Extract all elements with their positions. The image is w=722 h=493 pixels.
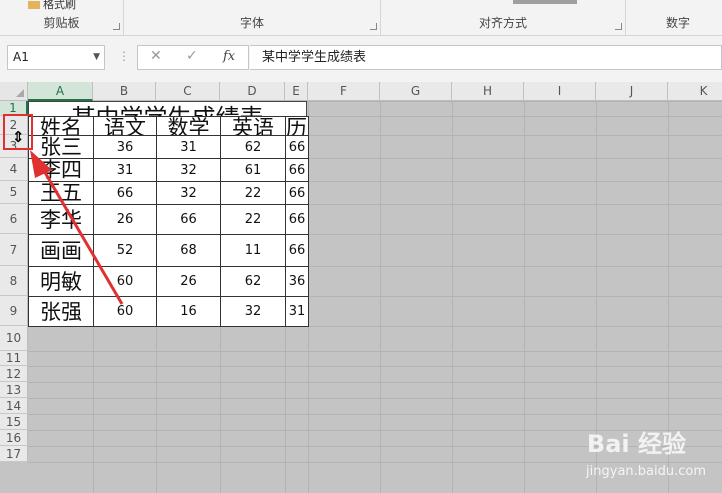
- clipboard-group-label: 剪贴板: [43, 16, 80, 30]
- ribbon: 格式刷 剪贴板 字体 对齐方式 数字: [0, 0, 722, 36]
- insert-function-icon[interactable]: fx: [223, 49, 235, 64]
- arrow-head: [30, 150, 52, 178]
- font-group-label: 字体: [239, 16, 264, 30]
- clipboard-group: 格式刷 剪贴板: [0, 0, 124, 36]
- formula-buttons: ✕ ✓ fx: [137, 45, 249, 70]
- chevron-down-icon[interactable]: ▼: [93, 46, 100, 69]
- watermark-url: jingyan.baidu.com: [586, 464, 706, 479]
- formula-bar: A1 ▼ ⋮ ✕ ✓ fx 某中学学生成绩表: [0, 36, 722, 82]
- alignment-group-label: 对齐方式: [478, 16, 527, 30]
- alignment-launcher-icon[interactable]: [615, 23, 622, 30]
- clipboard-launcher-icon[interactable]: [113, 23, 120, 30]
- format-painter-button[interactable]: 格式刷: [28, 0, 76, 12]
- arrow-shaft: [38, 163, 124, 305]
- cancel-icon[interactable]: ✕: [150, 48, 162, 64]
- brush-icon: [28, 1, 40, 9]
- font-group: 字体: [124, 0, 381, 36]
- enter-icon[interactable]: ✓: [186, 48, 198, 64]
- alignment-group: 对齐方式: [381, 0, 626, 36]
- font-launcher-icon[interactable]: [370, 23, 377, 30]
- name-box[interactable]: A1 ▼: [7, 45, 105, 70]
- alignment-control[interactable]: [513, 0, 577, 4]
- formula-input[interactable]: 某中学学生成绩表: [250, 45, 722, 70]
- more-icon[interactable]: ⋮: [118, 49, 130, 63]
- number-group: 数字: [626, 0, 722, 36]
- baidu-logo: Bai 经验: [586, 430, 686, 458]
- number-group-label: 数字: [666, 16, 691, 30]
- name-box-value: A1: [13, 50, 29, 64]
